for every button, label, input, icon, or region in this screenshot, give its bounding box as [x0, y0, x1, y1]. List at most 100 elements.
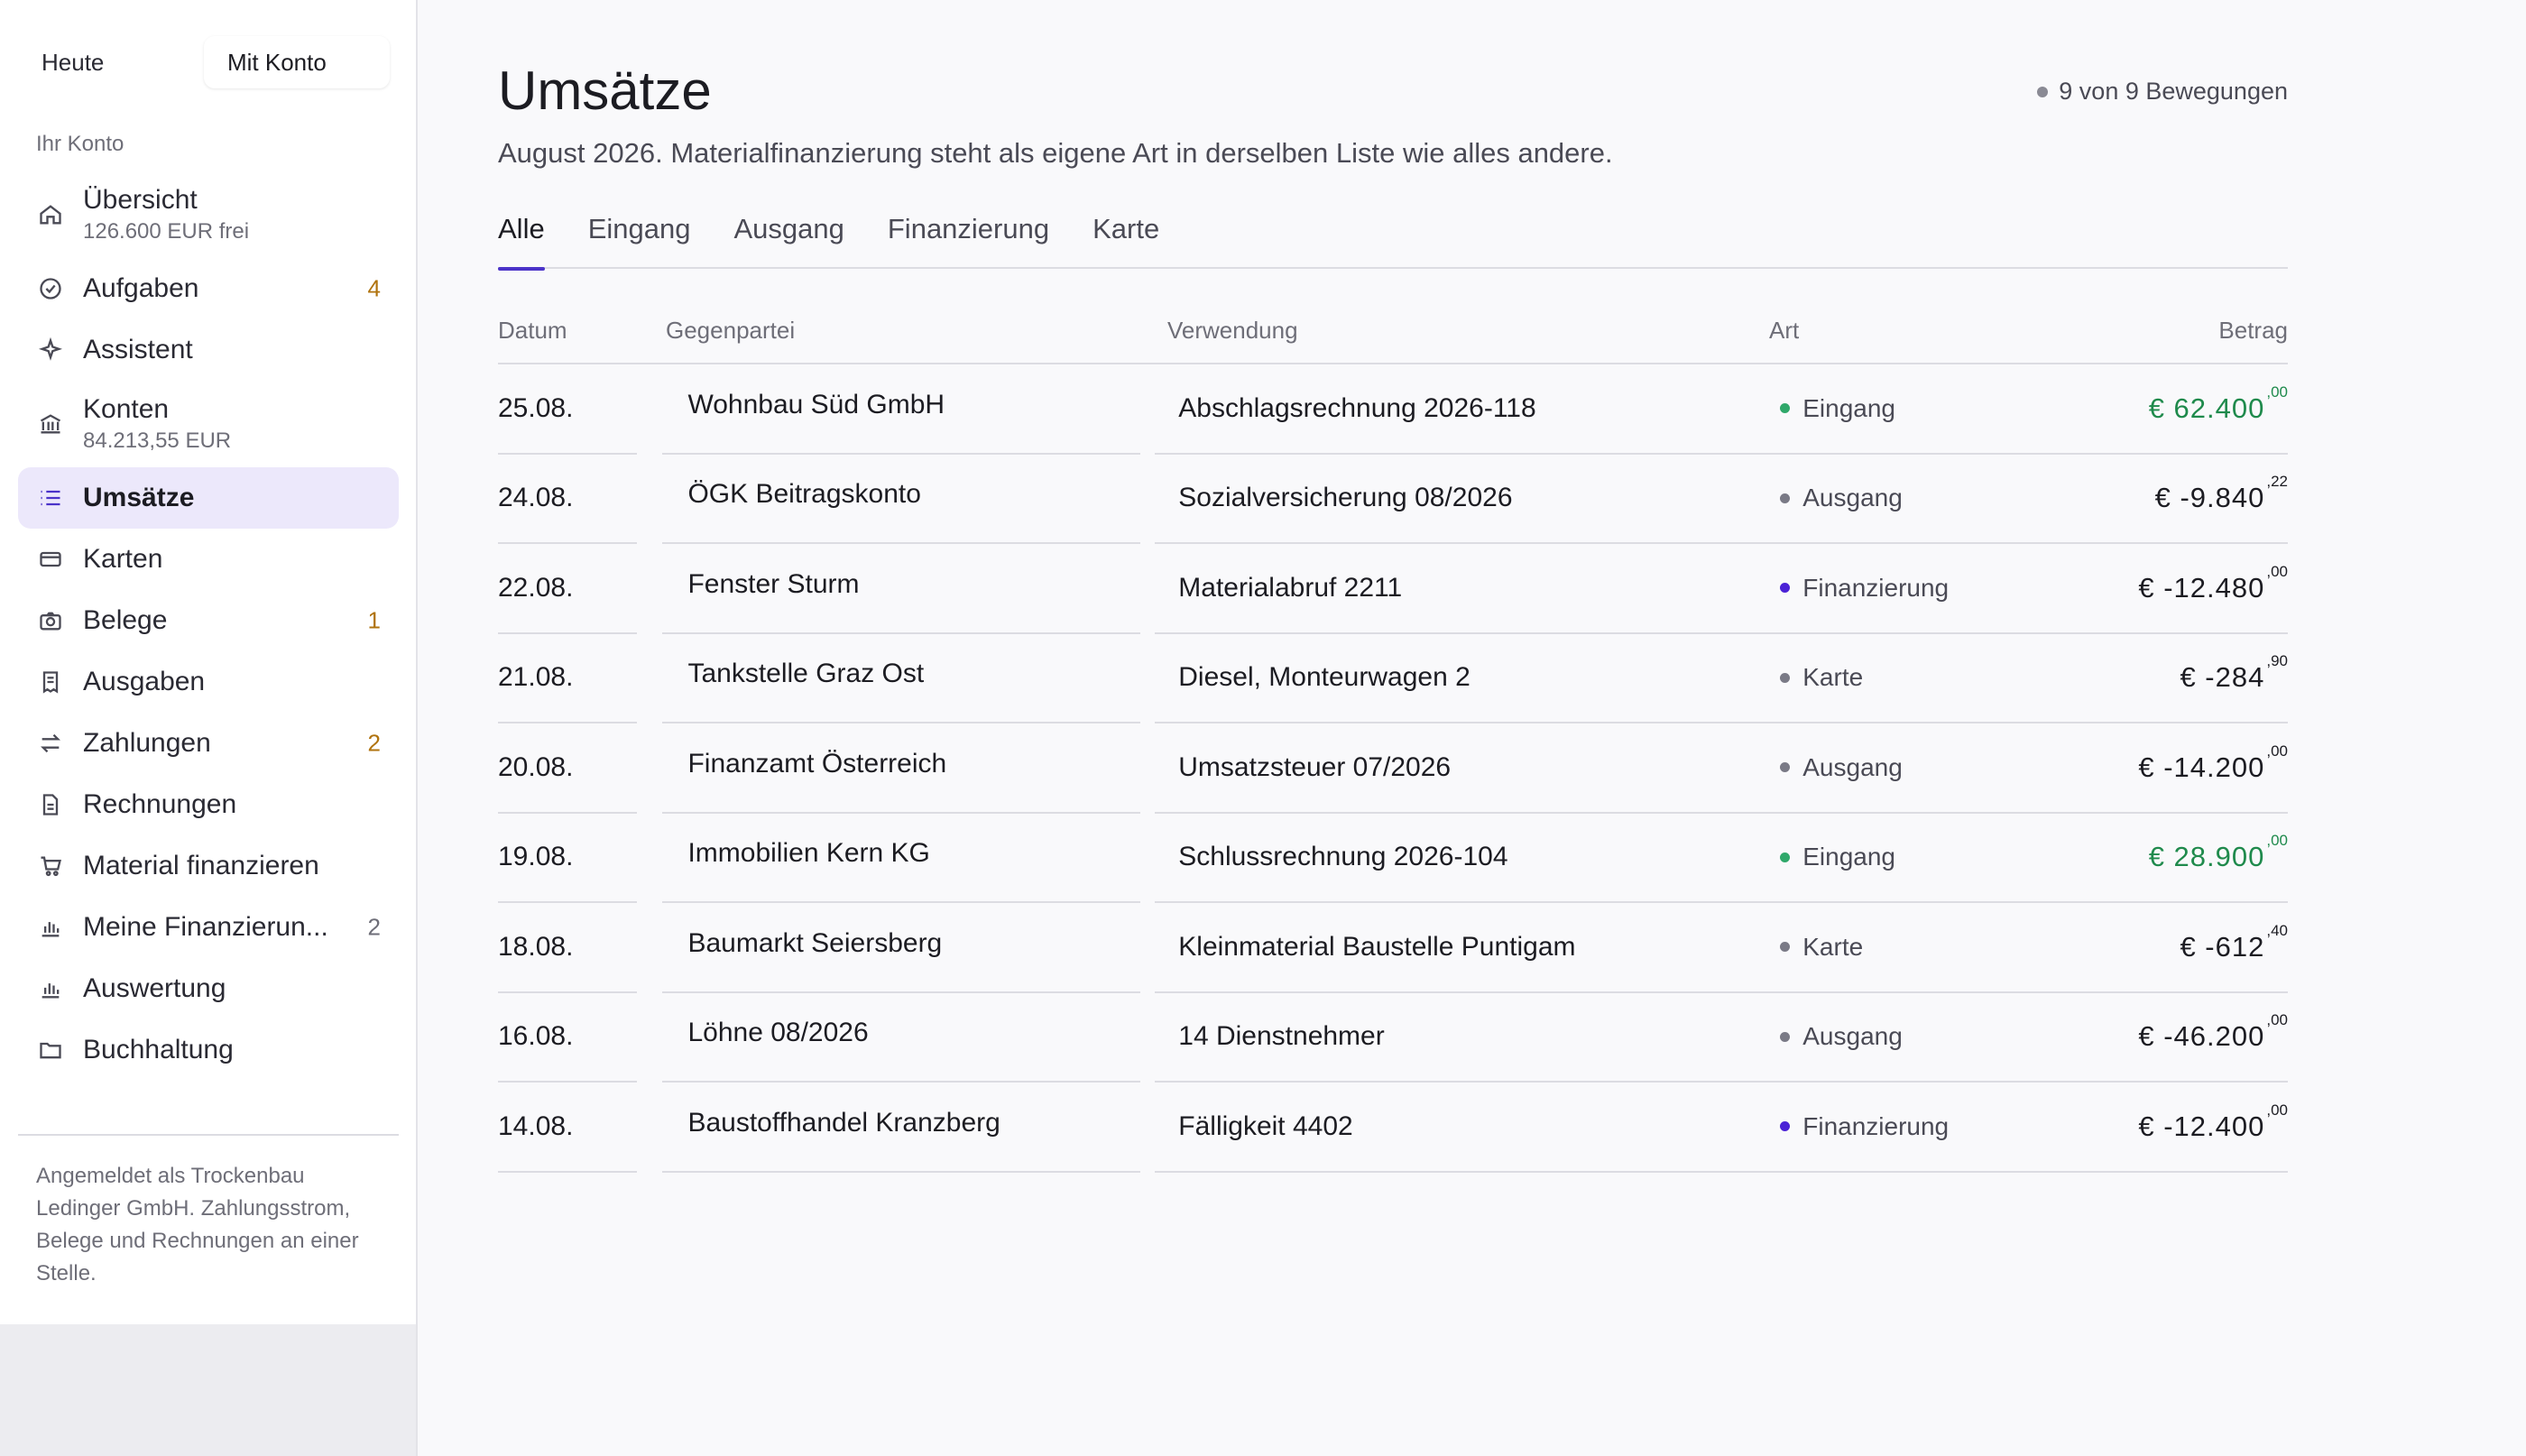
mode-today-button[interactable]: Heute — [18, 31, 204, 94]
amount-main: € -12.400 — [2138, 1110, 2265, 1142]
sidebar-item-ausgaben[interactable]: Ausgaben — [18, 651, 399, 713]
cart-icon — [36, 852, 65, 880]
amount-cents: ,90 — [2266, 652, 2288, 670]
cell-type: Karte — [1767, 634, 2072, 723]
amount-cents: ,00 — [2266, 382, 2288, 401]
party-name: Wohnbau Süd GmbH — [687, 389, 945, 419]
sidebar-item-buchhaltung[interactable]: Buchhaltung — [18, 1019, 399, 1081]
amount-main: € -46.200 — [2138, 1020, 2265, 1053]
party-name: Tankstelle Graz Ost — [687, 659, 925, 689]
amount: € 28.900,00 — [2148, 832, 2288, 873]
type-dot — [1780, 403, 1791, 414]
cell-amount: € -612,40 — [2071, 903, 2288, 993]
cell-amount: € 28.900,00 — [2071, 814, 2288, 903]
sidebar-item-zahlungen[interactable]: Zahlungen 2 — [18, 713, 399, 774]
sidebar-nav: Übersicht 126.600 EUR frei Aufgaben 4 Ass… — [18, 171, 399, 1081]
cell-amount: € -284,90 — [2071, 634, 2288, 723]
bar-chart-icon — [36, 913, 65, 942]
table-row[interactable]: 24.08. ÖGK Beitragskonto Sozialversicherun… — [498, 455, 2288, 544]
tab-ausgang[interactable]: Ausgang — [733, 207, 844, 269]
cell-type: Karte — [1767, 903, 2072, 993]
table-row[interactable]: 18.08. Baumarkt Seiersberg Kleinmaterial B… — [498, 903, 2288, 993]
cell-date: 24.08. — [498, 455, 638, 544]
section-label: Ihr Konto — [36, 132, 124, 156]
type-label: Eingang — [1802, 843, 1896, 871]
sidebar-item-meine-finanzierungen[interactable]: Meine Finanzierun... 2 — [18, 897, 399, 958]
party-name: Fenster Sturm — [687, 568, 860, 599]
sidebar-item-uebersicht[interactable]: Übersicht 126.600 EUR frei — [18, 171, 399, 258]
sidebar-item-label: Konten — [83, 394, 170, 424]
sidebar-item-belege[interactable]: Belege 1 — [18, 590, 399, 651]
type-label: Karte — [1802, 663, 1864, 692]
cell-type: Ausgang — [1767, 993, 2072, 1083]
cell-type: Finanzierung — [1767, 544, 2072, 634]
cell-date: 20.08. — [498, 723, 638, 814]
type-label: Ausgang — [1802, 1022, 1903, 1051]
table-row[interactable]: 19.08. Immobilien Kern KG Schlussrechnung … — [498, 814, 2288, 903]
mode-switch: Heute Mit Konto — [18, 31, 390, 94]
folder-icon — [36, 1036, 65, 1064]
sidebar-item-auswertung[interactable]: Auswertung — [18, 958, 399, 1019]
cell-purpose: Schlussrechnung 2026-104 — [1155, 814, 1768, 903]
sidebar-item-umsaetze[interactable]: Umsätze — [18, 467, 399, 529]
amount-main: € -14.200 — [2138, 751, 2265, 783]
check-circle-icon — [36, 274, 65, 303]
table-row[interactable]: 16.08. Löhne 08/2026 14 Dienstnehmer Ausgan… — [498, 993, 2288, 1083]
sidebar-item-rechnungen[interactable]: Rechnungen — [18, 774, 399, 835]
party-name: Immobilien Kern KG — [687, 838, 930, 869]
amount: € -284,90 — [2180, 652, 2288, 694]
tab-alle[interactable]: Alle — [498, 207, 545, 271]
sidebar-item-karten[interactable]: Karten — [18, 529, 399, 590]
amount-cents: ,40 — [2266, 921, 2288, 939]
amount: € -14.200,00 — [2138, 742, 2288, 784]
column-header-purpose[interactable]: Verwendung — [1167, 317, 1769, 345]
sidebar-item-konten[interactable]: Konten 84.213,55 EUR — [18, 381, 399, 467]
table-body: 25.08. Wohnbau Süd GmbH Abschlagsrechnung … — [498, 364, 2288, 1173]
amount: € -12.480,00 — [2138, 563, 2288, 604]
sidebar-item-aufgaben[interactable]: Aufgaben 4 — [18, 258, 399, 319]
sidebar-item-assistent[interactable]: Assistent — [18, 319, 399, 381]
list-icon — [36, 484, 65, 512]
amount-main: € -612 — [2180, 930, 2265, 963]
amount-cents: ,00 — [2266, 1011, 2288, 1029]
table-row[interactable]: 22.08. Fenster Sturm Materialabruf 2211 Fin… — [498, 544, 2288, 634]
sidebar-item-label: Übersicht — [83, 185, 198, 215]
table-row[interactable]: 21.08. Tankstelle Graz Ost Diesel, Monteur… — [498, 634, 2288, 723]
sidebar-item-material-finanzieren[interactable]: Material finanzieren — [18, 835, 399, 897]
column-header-amount[interactable]: Betrag — [2067, 317, 2288, 345]
cell-date: 19.08. — [498, 814, 638, 903]
filter-tabs: Alle Eingang Ausgang Finanzierung Karte — [498, 207, 2288, 271]
amount-main: € 62.400 — [2148, 392, 2265, 424]
sidebar-login-note: Angemeldet als Trockenbau Ledinger GmbH.… — [36, 1164, 359, 1286]
column-header-party[interactable]: Gegenpartei — [666, 317, 1167, 345]
mode-with-account-button[interactable]: Mit Konto — [204, 36, 390, 88]
sidebar-item-label: Rechnungen — [83, 789, 237, 819]
cell-date: 21.08. — [498, 634, 638, 723]
amount: € -9.840,22 — [2155, 473, 2288, 514]
type-label: Finanzierung — [1802, 573, 1950, 602]
party-name: Finanzamt Österreich — [687, 748, 947, 779]
sidebar-item-label: Aufgaben — [83, 273, 199, 303]
sidebar-item-label: Ausgaben — [83, 667, 206, 696]
sidebar-item-label: Zahlungen — [83, 728, 211, 758]
amount-main: € -284 — [2180, 661, 2265, 694]
tab-finanzierung[interactable]: Finanzierung — [888, 207, 1049, 269]
cell-type: Ausgang — [1767, 723, 2072, 814]
amount-main: € 28.900 — [2148, 841, 2265, 873]
sidebar-item-label: Buchhaltung — [83, 1035, 234, 1064]
table-row[interactable]: 25.08. Wohnbau Süd GmbH Abschlagsrechnung … — [498, 364, 2288, 455]
table-row[interactable]: 14.08. Baustoffhandel Kranzberg Fälligkeit… — [498, 1083, 2288, 1173]
tab-eingang[interactable]: Eingang — [588, 207, 691, 269]
sidebar-item-badge: 2 — [367, 913, 381, 941]
sidebar-divider — [18, 1134, 399, 1136]
sidebar-item-label: Meine Finanzierun... — [83, 912, 328, 942]
amount-cents: ,00 — [2266, 742, 2288, 760]
table-row[interactable]: 20.08. Finanzamt Österreich Umsatzsteuer 0… — [498, 723, 2288, 814]
column-header-type[interactable]: Art — [1769, 317, 2067, 345]
cell-party: Baumarkt Seiersberg — [662, 903, 1141, 993]
amount: € 62.400,00 — [2148, 383, 2288, 425]
cell-amount: € -46.200,00 — [2071, 993, 2288, 1083]
column-header-date[interactable]: Datum — [498, 317, 666, 345]
tab-karte[interactable]: Karte — [1092, 207, 1159, 269]
cell-date: 18.08. — [498, 903, 638, 993]
